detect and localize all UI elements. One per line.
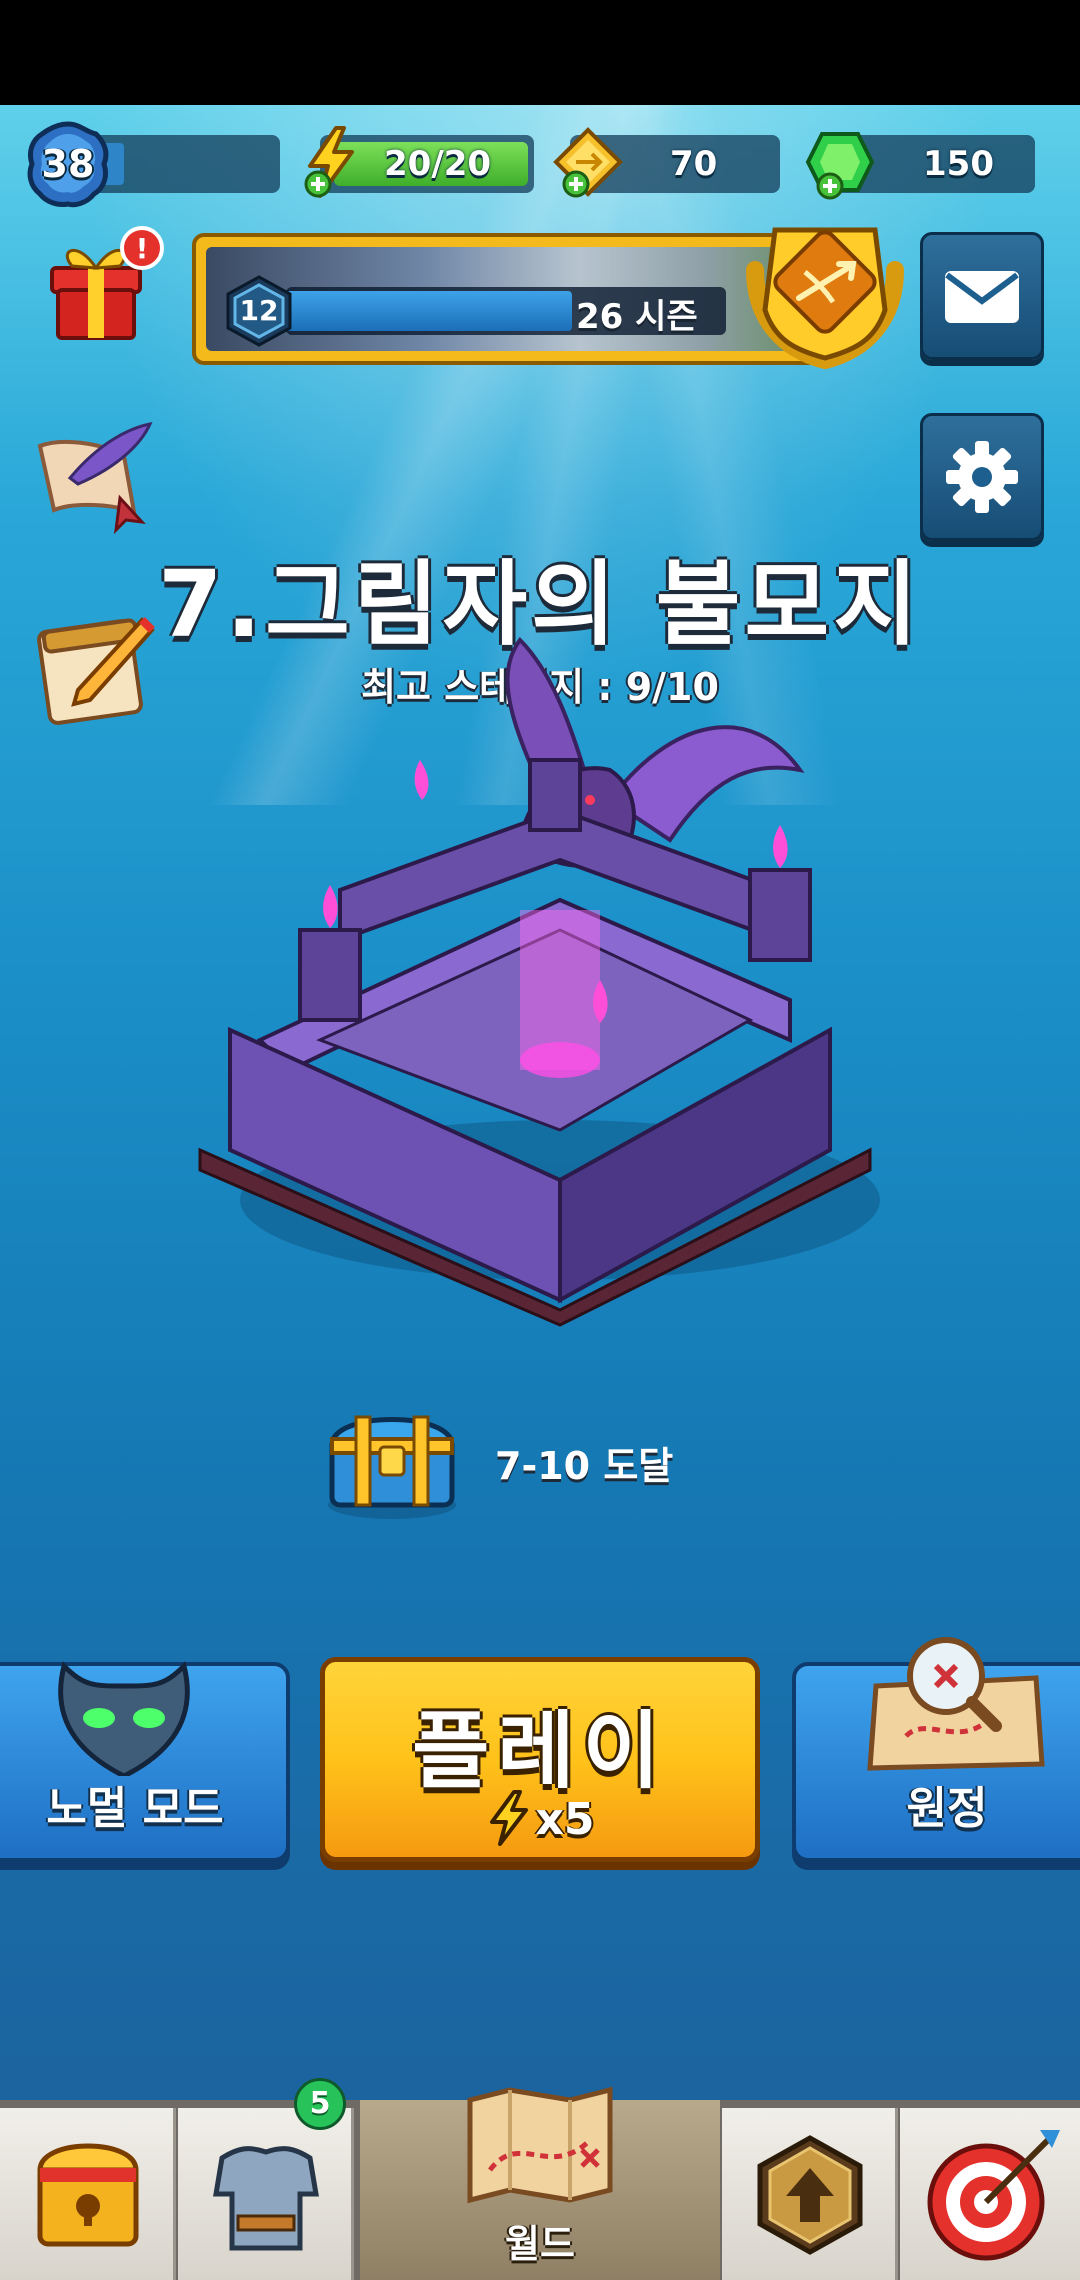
player-level-badge[interactable]: 38 xyxy=(22,118,114,210)
treasure-map-icon xyxy=(867,1637,1045,1771)
energy-icon xyxy=(489,1790,528,1846)
tab-shop[interactable] xyxy=(0,2108,176,2280)
world-map-icon xyxy=(467,2086,613,2204)
reward-condition: 7-10 도달 xyxy=(495,1444,674,1488)
play-label: 플레이 xyxy=(412,1702,668,1800)
energy-value: 20/20 xyxy=(384,144,492,184)
xp-bar xyxy=(90,135,280,193)
play-cost-value: x5 xyxy=(535,1794,595,1845)
status-bar xyxy=(0,0,1080,105)
demon-mask-icon xyxy=(58,1661,190,1776)
upgrade-arrow-icon xyxy=(757,2135,863,2255)
tab-upgrade[interactable] xyxy=(722,2108,898,2280)
gift-icon: ! xyxy=(50,226,164,340)
scroll-quill-icon xyxy=(37,421,153,535)
player-level: 38 xyxy=(41,142,95,186)
season-level-value: 12 xyxy=(239,294,279,327)
gift-button[interactable]: ! xyxy=(38,220,168,350)
scroll-button[interactable] xyxy=(30,412,160,542)
target-icon xyxy=(927,2130,1060,2261)
tab-challenge[interactable] xyxy=(900,2108,1080,2280)
season-medal-icon xyxy=(735,210,915,380)
expedition-label: 원정 xyxy=(906,1783,988,1834)
svg-text:!: ! xyxy=(136,232,149,265)
play-button[interactable]: 플레이 x5 xyxy=(320,1657,760,1862)
armor-icon xyxy=(213,2146,319,2251)
settings-button[interactable] xyxy=(920,413,1044,541)
tab-world-label: 월드 xyxy=(505,2222,575,2266)
mail-icon xyxy=(945,271,1019,323)
gem-value: 150 xyxy=(923,144,994,184)
energy-icon xyxy=(292,122,372,202)
play-cost: x5 xyxy=(325,1790,755,1846)
chest-icon xyxy=(328,1415,456,1519)
equipment-badge: 5 xyxy=(294,2078,346,2130)
gold-icon xyxy=(548,122,628,202)
gem-icon xyxy=(800,122,880,202)
stage-reward[interactable]: 7-10 도달 xyxy=(320,1395,740,1525)
tab-world[interactable]: 월드 xyxy=(360,2086,720,2280)
season-level-badge: 12 xyxy=(224,275,294,347)
normal-mode-button[interactable]: 노멀 모드 xyxy=(0,1661,290,1862)
mail-button[interactable] xyxy=(920,232,1044,360)
chest-lock-icon xyxy=(37,2143,139,2247)
gear-icon xyxy=(946,441,1018,513)
season-progress-fill xyxy=(286,291,572,331)
tab-equipment[interactable]: 5 xyxy=(178,2078,354,2280)
expedition-button[interactable]: 원정 xyxy=(792,1637,1080,1862)
stage-castle-illustration xyxy=(190,610,930,1330)
normal-mode-label: 노멀 모드 xyxy=(46,1783,224,1834)
season-label: 26 시즌 xyxy=(576,297,698,337)
gold-value: 70 xyxy=(670,144,718,184)
